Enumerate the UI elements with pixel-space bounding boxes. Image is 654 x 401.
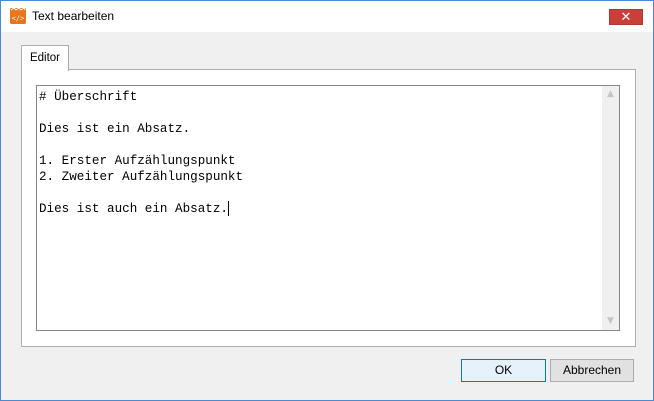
editor-line: # Überschrift [39,90,138,104]
dialog-window: </> Text bearbeiten ✕ Editor # Überschri… [0,0,654,401]
close-button[interactable]: ✕ [609,9,643,25]
tab-editor[interactable]: Editor [21,45,69,71]
code-file-icon: </> [10,8,26,24]
editor-content[interactable]: # Überschrift Dies ist ein Absatz. 1. Er… [39,89,601,217]
vertical-scrollbar[interactable]: ▲ ▼ [602,86,619,330]
cancel-button[interactable]: Abbrechen [550,359,634,382]
editor-line: 2. Zweiter Aufzählungspunkt [39,170,244,184]
markdown-text-area[interactable]: # Überschrift Dies ist ein Absatz. 1. Er… [36,85,620,331]
title-bar[interactable]: </> Text bearbeiten ✕ [1,1,653,32]
editor-line: Dies ist ein Absatz. [39,122,191,136]
scroll-up-icon[interactable]: ▲ [602,86,619,103]
scroll-down-icon[interactable]: ▼ [602,313,619,330]
editor-line: 1. Erster Aufzählungspunkt [39,154,236,168]
svg-text:</>: </> [12,15,25,23]
window-title: Text bearbeiten [32,9,115,23]
text-caret [227,201,229,216]
ok-button[interactable]: OK [461,359,546,382]
close-icon: ✕ [620,10,632,25]
editor-line-last: Dies ist auch ein Absatz. [39,201,601,217]
editor-line-text: Dies ist auch ein Absatz. [39,202,228,216]
